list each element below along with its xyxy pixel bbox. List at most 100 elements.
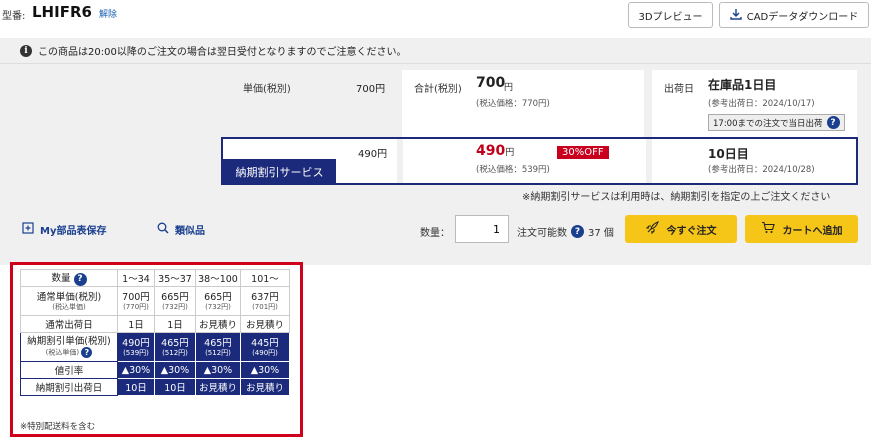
price-table: 数量 ? 1～34 35～37 38～100 101～ 通常単価(税別) (税込単… — [20, 269, 290, 396]
disc-price-sub: (税込単価) ? — [22, 347, 116, 358]
add-cart-label: カートへ追加 — [782, 225, 843, 237]
unlock-link[interactable]: 解除 — [99, 7, 117, 20]
same-day-tag: 17:00までの注文で当日出荷 ? — [708, 114, 845, 131]
3d-preview-label: 3Dプレビュー — [638, 11, 703, 23]
qty-label: 数量： — [420, 228, 450, 239]
info-icon: i — [20, 44, 32, 57]
qty-input[interactable] — [455, 215, 509, 243]
same-day-note: 17:00までの注文で当日出荷 — [713, 118, 823, 129]
total-label: 合計(税別) — [414, 84, 462, 95]
ship-ref: (参考出荷日：2024/10/17) — [708, 99, 815, 109]
normal-price-tax: (770円) — [123, 302, 149, 311]
disc-price: 490円 — [122, 337, 150, 349]
disc-ship-cell: お見積り — [240, 378, 290, 396]
header: 型番: LHIFR6 解除 3Dプレビュー CADデータダウンロード — [0, 0, 871, 30]
qty-range: 1～34 — [117, 269, 155, 287]
help-icon[interactable]: ? — [81, 347, 93, 358]
discount-note: ※納期割引サービスは利用時は、納期割引を指定の上ご注文ください — [522, 192, 831, 203]
divider — [0, 63, 871, 64]
normal-price-cell: 665円 (732円) — [154, 286, 196, 316]
bom-save-label: My部品表保存 — [40, 226, 107, 237]
help-icon[interactable]: ? — [571, 225, 584, 238]
disc-price-sub-text: (税込単価) — [45, 348, 80, 357]
bom-icon — [22, 222, 34, 237]
disc-price-tax: (512円) — [205, 348, 231, 357]
model-code: LHIFR6 — [32, 3, 92, 21]
table-row: 数量 ? 1～34 35～37 38～100 101～ — [20, 269, 290, 287]
discount-service-label: 納期割引サービス — [235, 166, 324, 179]
normal-ship-label: 通常出荷日 — [20, 315, 118, 333]
discount-price-unit: 円 — [505, 148, 515, 158]
normal-ship-cell: 1日 — [117, 315, 155, 333]
similar-link[interactable]: 類似品 — [157, 222, 205, 237]
help-icon[interactable]: ? — [73, 272, 87, 286]
normal-price-tax: (701円) — [252, 302, 278, 311]
help-icon[interactable]: ? — [826, 116, 840, 129]
disc-rate-cell: ▲30% — [240, 361, 290, 379]
disc-price-cell: 445円 (490円) — [240, 332, 290, 362]
unit-price-label: 単価(税別) — [243, 84, 291, 95]
disc-price: 465円 — [161, 337, 189, 349]
discount-service-box: 納期割引サービス 490円 490円 30%OFF (税込価格：539円) 10… — [221, 137, 858, 185]
qty-range: 35～37 — [154, 269, 196, 287]
footnote: ※特別配送料を含む — [20, 422, 96, 432]
normal-price-cell: 665円 (732円) — [195, 286, 241, 316]
discount-service-tab[interactable]: 納期割引サービス — [223, 159, 336, 185]
ship-card: 出荷日 在庫品1日目 (参考出荷日：2024/10/17) 17:00までの注文… — [652, 70, 857, 140]
disc-price: 445円 — [251, 337, 279, 349]
discount-price: 490円 — [476, 143, 514, 159]
table-row: 通常単価(税別) (税込単価) 700円 (770円) 665円 (732円) 665… — [20, 286, 290, 316]
ship-label: 出荷日 — [664, 84, 694, 95]
normal-price-label: 通常単価(税別) — [36, 291, 102, 303]
qty-range: 38～100 — [195, 269, 241, 287]
table-row: 通常出荷日 1日 1日 お見積り お見積り — [20, 315, 290, 333]
order-now-button[interactable]: 今すぐ注文 — [625, 215, 737, 243]
similar-label: 類似品 — [175, 226, 205, 237]
qty-header-cell: 数量 ? — [20, 269, 118, 287]
table-row: 納期割引出荷日 10日 10日 お見積り お見積り — [20, 378, 290, 396]
normal-price: 665円 — [161, 291, 189, 303]
order-now-label: 今すぐ注文 — [666, 225, 717, 237]
cad-download-button[interactable]: CADデータダウンロード — [719, 2, 869, 28]
unit-price-value: 700円 — [356, 84, 386, 95]
normal-price: 637円 — [251, 291, 279, 303]
normal-ship-cell: お見積り — [240, 315, 290, 333]
normal-price-cell: 700円 (770円) — [117, 286, 155, 316]
disc-price-header: 納期割引単価(税別) (税込単価) ? — [20, 332, 118, 362]
order-panel: i この商品は20:00以降のご注文の場合は翌日受付となりますのでご注意ください… — [0, 38, 871, 265]
normal-price: 700円 — [122, 291, 150, 303]
table-row: 納期割引単価(税別) (税込単価) ? 490円 (539円) 465円 (512円)… — [20, 332, 290, 362]
discount-ship-ref: (参考出荷日：2024/10/28) — [708, 165, 815, 175]
add-cart-button[interactable]: カートへ追加 — [745, 215, 858, 243]
cad-download-label: CADデータダウンロード — [746, 11, 859, 23]
normal-price-tax: (732円) — [162, 302, 188, 311]
disc-price-tax: (490円) — [252, 348, 278, 357]
normal-price: 665円 — [204, 291, 232, 303]
similar-search-icon — [157, 222, 169, 237]
table-row: 値引率 ▲30% ▲30% ▲30% ▲30% — [20, 361, 290, 379]
normal-price-tax: (732円) — [205, 302, 231, 311]
disc-price-tax: (539円) — [123, 348, 149, 357]
disc-rate-cell: ▲30% — [195, 361, 241, 379]
notice-text: この商品は20:00以降のご注文の場合は翌日受付となりますのでご注意ください。 — [38, 47, 407, 58]
normal-price-sub: (税込単価) — [52, 302, 86, 311]
avail-label: 注文可能数 — [517, 228, 567, 239]
discount-unit-price: 490円 — [358, 149, 388, 160]
model-label: 型番: — [2, 11, 26, 22]
notice: i この商品は20:00以降のご注文の場合は翌日受付となりますのでご注意ください… — [20, 43, 407, 58]
qty-header: 数量 — [51, 273, 71, 285]
bom-save-link[interactable]: My部品表保存 — [22, 222, 106, 237]
rocket-icon — [645, 221, 659, 237]
disc-price-cell: 465円 (512円) — [195, 332, 241, 362]
cart-icon — [761, 221, 775, 237]
discount-price-value: 490 — [476, 143, 506, 159]
disc-price-tax: (512円) — [162, 348, 188, 357]
availability: 注文可能数 ? 37 個 — [517, 224, 614, 239]
separator — [646, 139, 652, 183]
normal-ship-cell: 1日 — [154, 315, 196, 333]
disc-price-label: 納期割引単価(税別) — [27, 336, 111, 347]
disc-rate-label: 値引率 — [20, 361, 118, 379]
disc-ship-label: 納期割引出荷日 — [20, 378, 118, 396]
disc-ship-cell: 10日 — [154, 378, 196, 396]
3d-preview-button[interactable]: 3Dプレビュー — [628, 2, 713, 28]
